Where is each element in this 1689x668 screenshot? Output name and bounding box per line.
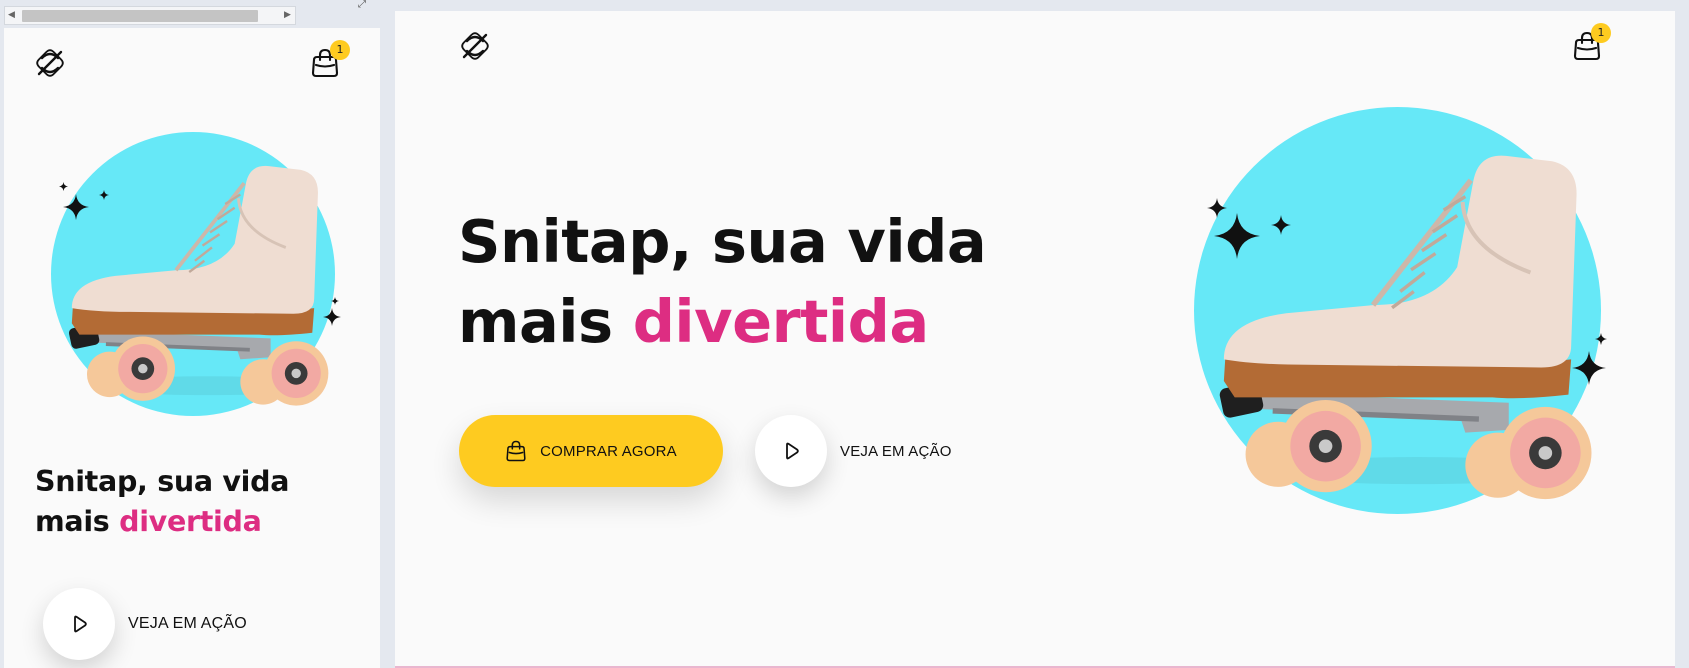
sparkle-icon — [99, 190, 109, 200]
play-button-circle[interactable] — [43, 588, 115, 660]
buy-button-label: COMPRAR AGORA — [540, 442, 677, 460]
sparkle-icon — [1214, 213, 1260, 259]
shopping-bag-icon — [505, 439, 527, 463]
watch-button-label: VEJA EM AÇÃO — [840, 442, 952, 460]
hero-title-accent: divertida — [632, 287, 930, 356]
hero-title: Snitap, sua vida mais divertida — [458, 202, 987, 362]
mobile-preview: 1 Snitap, sua vida mais divertida VEJA E… — [4, 28, 380, 668]
sparkle-icon — [323, 308, 341, 326]
hero-title: Snitap, sua vida mais divertida — [35, 462, 289, 542]
snitap-logo-icon[interactable] — [33, 46, 67, 80]
scrollbar-thumb[interactable] — [22, 10, 258, 22]
sparkle-icon — [1572, 351, 1606, 385]
hero-title-prefix: mais — [35, 505, 110, 538]
hero-title-line1: Snitap, sua vida — [35, 465, 290, 498]
watch-in-action-button[interactable]: VEJA EM AÇÃO — [43, 588, 247, 660]
expand-icon[interactable]: ⤢ — [358, 0, 366, 10]
scroll-right-arrow-icon[interactable]: ▶ — [284, 11, 291, 20]
roller-skate-image — [1194, 107, 1601, 514]
hero-title-prefix: mais — [458, 287, 613, 356]
roller-skate-image — [51, 132, 335, 416]
sparkle-icon — [1271, 215, 1291, 235]
snitap-logo-icon[interactable] — [458, 29, 492, 63]
sparkle-icon — [63, 194, 89, 220]
sparkle-icon — [59, 182, 68, 191]
sparkle-icon — [1595, 333, 1607, 345]
hero-title-accent: divertida — [119, 505, 262, 538]
sparkle-icon — [331, 297, 339, 305]
watch-in-action-button[interactable]: VEJA EM AÇÃO — [755, 415, 952, 487]
play-button-circle[interactable] — [755, 415, 827, 487]
horizontal-scrollbar[interactable]: ◀ ▶ — [4, 6, 296, 25]
cart-count-badge: 1 — [1591, 23, 1611, 43]
desktop-preview: 1 Snitap, sua vida mais divertida COMPRA… — [395, 11, 1675, 668]
scroll-left-arrow-icon[interactable]: ◀ — [8, 11, 15, 20]
watch-button-label: VEJA EM AÇÃO — [128, 615, 247, 632]
cart-count-badge: 1 — [330, 40, 350, 60]
play-icon — [781, 441, 801, 461]
hero-title-line1: Snitap, sua vida — [458, 207, 987, 276]
buy-now-button[interactable]: COMPRAR AGORA — [459, 415, 723, 487]
play-icon — [69, 614, 89, 634]
